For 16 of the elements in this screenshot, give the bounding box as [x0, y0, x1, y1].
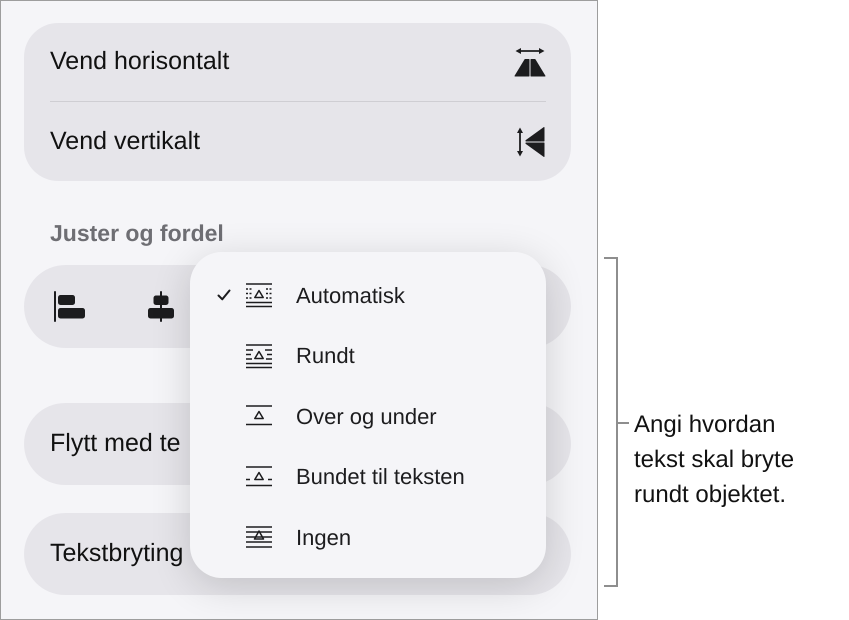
callout-text: Angi hvordan tekst skal bryte rundt objektet. — [634, 410, 796, 510]
flip-vertical-icon — [516, 126, 546, 158]
flip-horizontal-button[interactable]: Vend horisontalt — [24, 23, 571, 101]
align-left-icon — [54, 291, 84, 322]
menu-item[interactable]: Ingen — [190, 507, 546, 568]
menu-item[interactable]: Over og under — [190, 386, 546, 446]
wrap-around-icon — [245, 342, 273, 369]
menu-item[interactable]: Automatisk — [190, 265, 546, 326]
menu-item[interactable]: Bundet til teksten — [190, 446, 546, 507]
wrap-none-icon — [245, 524, 273, 550]
flip-horizontal-icon — [514, 47, 546, 77]
section-title: Juster og fordel — [50, 219, 225, 247]
align-center-icon — [148, 291, 174, 322]
menu-item[interactable]: Rundt — [190, 326, 546, 386]
flip-vertical-button[interactable]: Vend vertikalt — [24, 102, 571, 181]
wrap-automatic-icon — [245, 282, 273, 308]
